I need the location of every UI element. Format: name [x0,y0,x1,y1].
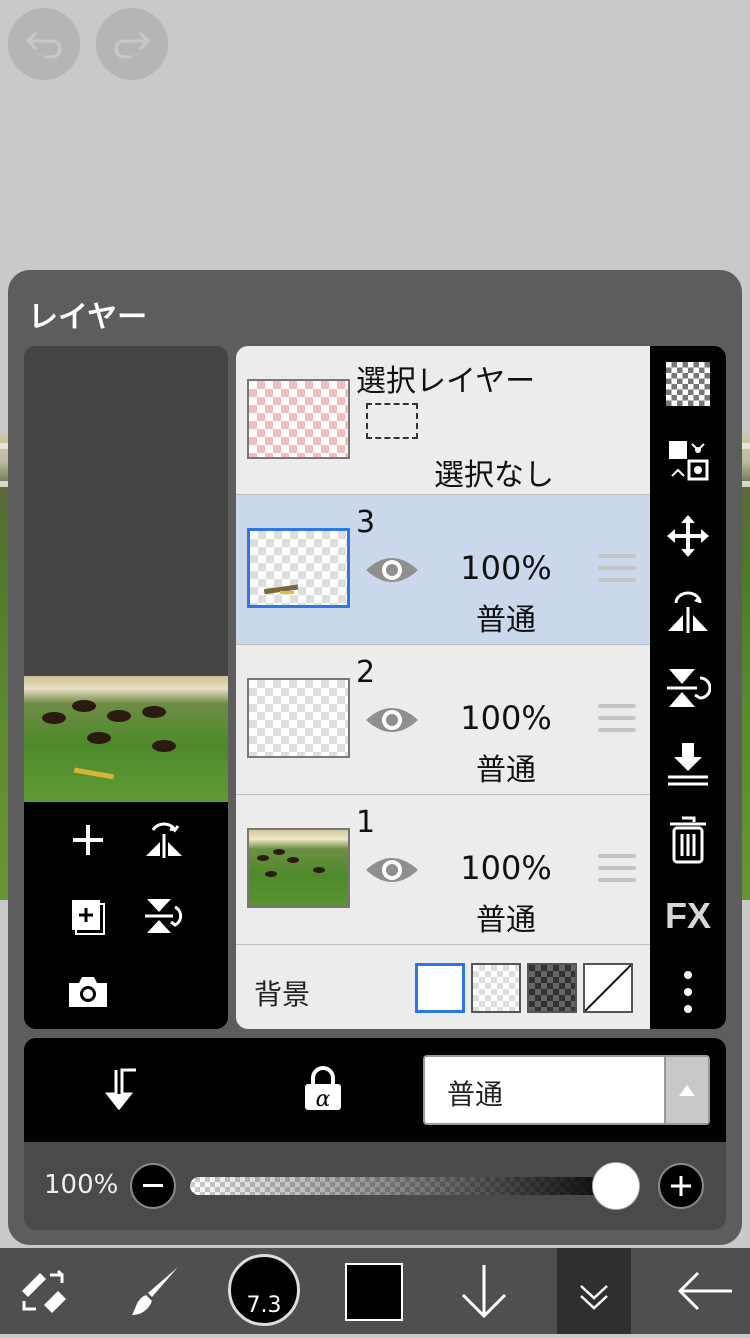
brush-size-indicator[interactable]: 7.3 [228,1254,300,1326]
plus-icon [671,1176,691,1196]
tool-switch-icon [22,1269,66,1313]
opacity-slider[interactable] [190,1177,630,1195]
layer-row[interactable]: 1 100% 普通 [236,795,650,945]
move-button[interactable] [662,510,714,562]
opacity-increase-button[interactable] [658,1163,704,1209]
flip-horizontal-icon [146,822,182,858]
visibility-eye-icon[interactable] [364,552,420,588]
selection-layer-title: 選択レイヤー [356,364,536,399]
add-layer-button[interactable] [58,810,118,870]
redo-icon [114,31,151,59]
background-label: 背景 [254,978,311,1011]
background-none-option[interactable] [583,963,633,1013]
reorder-handle-icon[interactable] [598,704,636,738]
flip-vertical-button[interactable] [662,662,714,714]
visibility-eye-icon[interactable] [364,852,420,888]
merge-down-button[interactable] [662,738,714,790]
brush-size-value: 7.3 [246,1293,282,1318]
swap-icon [669,441,709,481]
transparency-lock-button[interactable] [662,358,714,410]
canvas-preview-thumbnail[interactable] [24,676,228,802]
opacity-decrease-button[interactable] [130,1163,176,1209]
fx-button[interactable]: FX [662,890,714,942]
collapse-panel-button[interactable] [557,1248,631,1334]
flip-horizontal-icon [668,591,708,633]
minus-icon [143,1184,163,1187]
brush-icon [132,1267,178,1315]
redo-button[interactable] [96,8,168,80]
blend-mode-select[interactable]: 普通 [423,1055,710,1125]
down-button[interactable] [452,1256,516,1326]
layer-blend-mode: 普通 [476,603,536,638]
blend-mode-value: 普通 [447,1078,504,1111]
delete-layer-button[interactable] [662,814,714,866]
background-white-option[interactable] [415,963,465,1013]
layer-row[interactable]: 3 100% 普通 [236,495,650,645]
layer-opacity: 100% [460,849,552,887]
flip-vertical-left-button[interactable] [134,886,194,946]
move-icon [667,515,709,557]
layer-thumbnail [247,678,350,758]
back-arrow-icon [677,1271,732,1311]
flip-horizontal-button[interactable] [662,586,714,638]
swap-button[interactable] [662,434,714,486]
clipping-icon [104,1068,136,1111]
layer-opacity: 100% [460,549,552,587]
background-dark-option[interactable] [527,963,577,1013]
background-transparent-option[interactable] [471,963,521,1013]
layer-blend-mode: 普通 [476,753,536,788]
reorder-handle-icon[interactable] [598,854,636,888]
add-page-icon [72,900,105,935]
opacity-slider-knob[interactable] [592,1162,640,1210]
camera-import-button[interactable] [58,962,118,1022]
layer-thumbnail [247,528,350,608]
add-page-button[interactable] [58,886,118,946]
layer-tools-column: FX [650,346,726,1029]
brush-button[interactable] [124,1256,188,1326]
transparency-icon [666,362,710,406]
layer-blend-mode: 普通 [476,903,536,938]
svg-text:α: α [316,1087,331,1112]
selection-layer-thumbnail [247,379,350,459]
collapse-icon [580,1285,608,1310]
more-button[interactable] [662,966,714,1018]
alpha-lock-button[interactable]: α [302,1066,344,1116]
undo-icon [25,31,62,59]
layer-list: 選択レイヤー 選択なし 3 100% 普通 2 100% 普通 1 100% 普… [236,346,650,1029]
selection-marquee-icon [366,403,418,439]
selection-status: 選択なし [434,458,554,493]
camera-icon [69,977,107,1007]
color-swatch[interactable] [345,1263,403,1321]
dropdown-arrow-icon[interactable] [664,1057,708,1123]
back-button[interactable] [672,1256,738,1326]
layer-opacity: 100% [460,699,552,737]
preview-dim-area [24,346,228,676]
panel-title: レイヤー [28,300,148,335]
merge-down-icon [668,743,708,786]
layer-preview-column [24,346,228,1029]
flip-horizontal-left-button[interactable] [134,810,194,870]
tool-switch-button[interactable] [12,1256,76,1326]
reorder-handle-icon[interactable] [598,554,636,588]
visibility-eye-icon[interactable] [364,702,420,738]
more-icon [684,971,692,1013]
add-layer-icon [73,825,103,855]
flip-vertical-icon [145,899,183,933]
undo-button[interactable] [8,8,80,80]
down-arrow-icon [461,1265,507,1319]
flip-vertical-icon [667,669,711,707]
selection-layer-row[interactable]: 選択レイヤー 選択なし [236,346,650,495]
opacity-label: 100% [44,1170,119,1200]
trash-icon [670,816,706,864]
clipping-button[interactable] [102,1066,142,1114]
layer-row[interactable]: 2 100% 普通 [236,645,650,795]
layer-number: 2 [356,655,376,690]
alpha-lock-icon: α [305,1066,341,1112]
layer-thumbnail [247,828,350,908]
layer-number: 3 [356,505,376,540]
layer-number: 1 [356,805,376,840]
